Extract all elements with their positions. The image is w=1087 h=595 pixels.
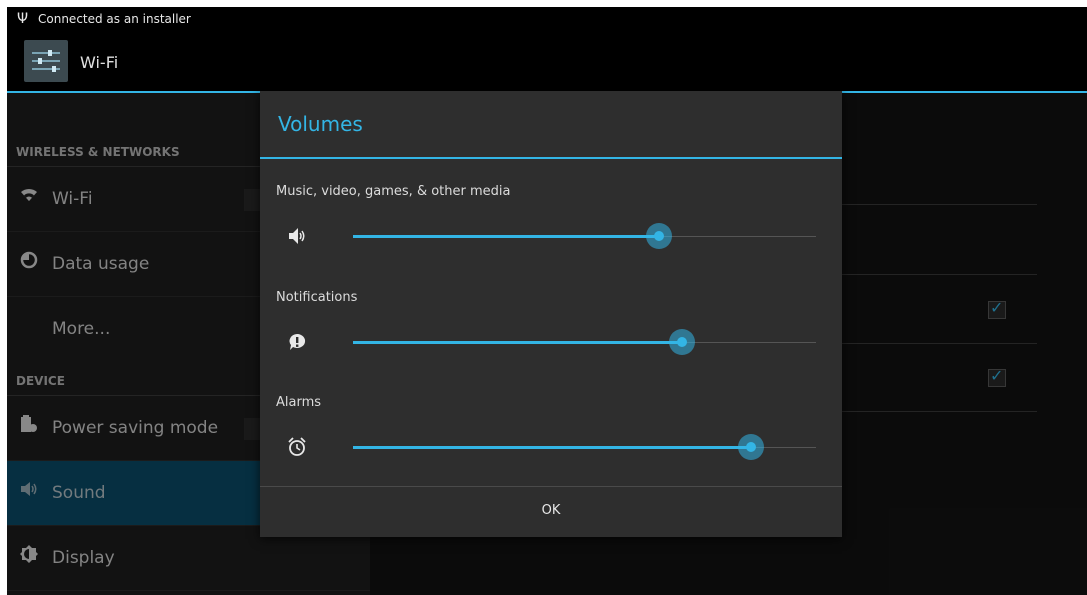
dialog-title: Volumes: [278, 112, 363, 136]
notification-icon: [286, 331, 308, 353]
media-volume-label: Music, video, games, & other media: [276, 184, 511, 199]
notifications-volume-label: Notifications: [276, 290, 358, 305]
page-title: Wi-Fi: [80, 53, 119, 72]
ok-button-label: OK: [541, 503, 561, 518]
alarms-volume-label: Alarms: [276, 395, 322, 410]
alarms-volume-slider[interactable]: [353, 434, 816, 460]
speaker-icon: [286, 225, 308, 247]
slider-fill: [353, 235, 659, 238]
action-bar: Wi-Fi: [7, 33, 1087, 93]
settings-sliders-icon[interactable]: [24, 40, 68, 82]
status-notification: Connected as an installer: [38, 12, 191, 26]
slider-thumb[interactable]: [676, 337, 687, 347]
slider-fill: [353, 446, 752, 449]
slider-fill: [353, 341, 682, 344]
notifications-volume-slider[interactable]: [353, 329, 816, 355]
usb-icon: Ψ: [17, 11, 29, 27]
dialog-title-divider: [260, 157, 842, 159]
android-screen: Ψ Connected as an installer Wi-Fi WIRELE…: [7, 7, 1087, 595]
slider-thumb[interactable]: [653, 231, 664, 241]
status-bar: Ψ Connected as an installer: [7, 7, 1087, 33]
ok-button[interactable]: OK: [260, 487, 842, 537]
media-volume-slider[interactable]: [353, 223, 816, 249]
volumes-dialog: Volumes Music, video, games, & other med…: [260, 91, 842, 537]
alarm-clock-icon: [286, 436, 308, 458]
